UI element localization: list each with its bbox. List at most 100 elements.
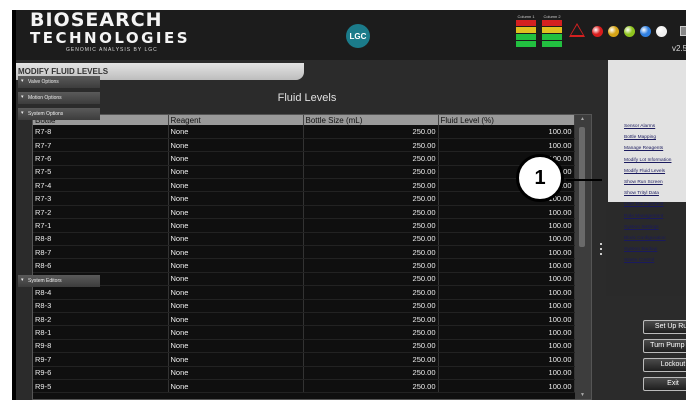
cell-bottle-size[interactable]: 250.00: [303, 218, 439, 233]
cell-fluid-level[interactable]: 100.00: [438, 366, 575, 380]
cell-bottle-size[interactable]: 250.00: [303, 178, 439, 193]
table-row[interactable]: R8-6 None 250.00 100.00: [33, 258, 575, 273]
cell-bottle-size[interactable]: 250.00: [303, 299, 439, 313]
cell-fluid-level[interactable]: 100.00: [438, 205, 575, 220]
sidebar-link-show-run-screen[interactable]: Show Run Screen: [624, 180, 663, 185]
cell-bottle[interactable]: R9-8: [33, 339, 169, 354]
cell-bottle[interactable]: R8-4: [33, 285, 169, 300]
cell-bottle-size[interactable]: 250.00: [303, 165, 439, 180]
cell-fluid-level[interactable]: 100.00: [438, 272, 575, 287]
cell-bottle-size[interactable]: 250.00: [303, 191, 439, 206]
cell-bottle-size[interactable]: 250.00: [303, 205, 439, 220]
table-row[interactable]: R9-7 None 250.00 100.00: [33, 352, 575, 367]
column-header-fluid-level[interactable]: Fluid Level (%): [438, 115, 575, 125]
computer-icon[interactable]: [680, 26, 686, 36]
cell-fluid-level[interactable]: 100.00: [438, 379, 575, 394]
cell-bottle[interactable]: R8-2: [33, 312, 169, 327]
sidebar-link-waste-control[interactable]: Waste Control: [624, 258, 654, 263]
cell-bottle-size[interactable]: 250.00: [303, 325, 439, 340]
sidebar-link-system-backup[interactable]: System Backup: [624, 247, 657, 252]
cell-reagent[interactable]: None: [168, 232, 304, 247]
cell-reagent[interactable]: None: [168, 299, 304, 313]
cell-fluid-level[interactable]: 100.00: [438, 325, 575, 340]
cell-bottle-size[interactable]: 250.00: [303, 312, 439, 327]
cell-bottle[interactable]: R7-6: [33, 151, 169, 166]
cell-fluid-level[interactable]: 100.00: [438, 285, 575, 300]
column-header-bottle-size[interactable]: Bottle Size (mL): [303, 115, 439, 125]
fluid-levels-table[interactable]: Bottle Reagent Bottle Size (mL) Fluid Le…: [32, 114, 592, 400]
table-row[interactable]: R7-8 None 250.00 100.00: [33, 125, 575, 139]
cell-bottle-size[interactable]: 250.00: [303, 285, 439, 300]
scroll-down-icon[interactable]: ▼: [580, 392, 585, 398]
cell-bottle[interactable]: R8-7: [33, 245, 169, 260]
cell-bottle-size[interactable]: 250.00: [303, 379, 439, 394]
cell-fluid-level[interactable]: 100.00: [438, 352, 575, 367]
cell-bottle[interactable]: R7-7: [33, 138, 169, 153]
cell-bottle[interactable]: R7-1: [33, 218, 169, 233]
sidebar-link-bottle-mapping[interactable]: Bottle Mapping: [624, 135, 656, 140]
cell-reagent[interactable]: None: [168, 205, 304, 220]
cell-bottle[interactable]: R8-8: [33, 232, 169, 247]
table-row[interactable]: R8-8 None 250.00 100.00: [33, 232, 575, 247]
cell-fluid-level[interactable]: 100.00: [438, 258, 575, 273]
table-row[interactable]: R7-3 None 250.00 100.00: [33, 191, 575, 206]
cell-bottle[interactable]: R8-3: [33, 299, 169, 313]
table-row[interactable]: R8-4 None 250.00 100.00: [33, 285, 575, 300]
sidebar-link-modify-fluid-levels[interactable]: Modify Fluid Levels: [624, 169, 665, 174]
cell-bottle-size[interactable]: 250.00: [303, 352, 439, 367]
sidebar-link-system-settings[interactable]: System Settings: [624, 225, 659, 230]
sidebar-link-manage-reagents[interactable]: Manage Reagents: [624, 146, 663, 151]
valve-options-header[interactable]: Valve Options: [18, 76, 100, 88]
table-row[interactable]: R7-7 None 250.00 100.00: [33, 138, 575, 153]
cell-bottle-size[interactable]: 250.00: [303, 151, 439, 166]
sidebar-link-sensor-alarms[interactable]: Sensor Alarms: [624, 124, 655, 129]
table-row[interactable]: R8-2 None 250.00 100.00: [33, 312, 575, 327]
cell-reagent[interactable]: None: [168, 366, 304, 380]
cell-reagent[interactable]: None: [168, 258, 304, 273]
cell-fluid-level[interactable]: 100.00: [438, 299, 575, 313]
table-row[interactable]: R8-3 None 250.00 100.00: [33, 299, 575, 313]
cell-bottle[interactable]: R9-5: [33, 379, 169, 394]
cell-fluid-level[interactable]: 100.00: [438, 312, 575, 327]
cell-reagent[interactable]: None: [168, 312, 304, 327]
cell-fluid-level[interactable]: 100.00: [438, 138, 575, 153]
panel-splitter-handle[interactable]: [599, 240, 603, 266]
scrollbar-thumb[interactable]: [579, 127, 585, 247]
cell-fluid-level[interactable]: 100.00: [438, 339, 575, 354]
scroll-up-icon[interactable]: ▲: [580, 116, 585, 122]
table-row[interactable]: R9-6 None 250.00 100.00: [33, 366, 575, 380]
cell-reagent[interactable]: None: [168, 191, 304, 206]
exit-button[interactable]: Exit: [643, 377, 686, 391]
cell-reagent[interactable]: None: [168, 352, 304, 367]
lockout-button[interactable]: Lockout: [643, 358, 686, 372]
cell-reagent[interactable]: None: [168, 218, 304, 233]
cell-reagent[interactable]: None: [168, 325, 304, 340]
cell-reagent[interactable]: None: [168, 339, 304, 354]
table-row[interactable]: R9-5 None 250.00 100.00: [33, 379, 575, 394]
motion-options-header[interactable]: Motion Options: [18, 92, 100, 104]
sidebar-link-block-configuration[interactable]: Block Configuration: [624, 236, 666, 241]
cell-reagent[interactable]: None: [168, 151, 304, 166]
cell-fluid-level[interactable]: 100.00: [438, 218, 575, 233]
table-row[interactable]: R7-4None250.00100.00: [33, 178, 575, 193]
cell-fluid-level[interactable]: 100.00: [438, 232, 575, 247]
cell-bottle[interactable]: R7-5: [33, 165, 169, 180]
turn-pump-on-button[interactable]: Turn Pump On: [643, 339, 686, 353]
cell-bottle-size[interactable]: 250.00: [303, 125, 439, 139]
system-editors-header[interactable]: System Editors: [18, 275, 100, 287]
sidebar-link-user-management[interactable]: User Management: [624, 202, 663, 207]
sidebar-link-modify-lot-information[interactable]: Modify Lot Information: [624, 158, 671, 163]
table-row[interactable]: R7-1 None 250.00 100.00: [33, 218, 575, 233]
cell-reagent[interactable]: None: [168, 138, 304, 153]
cell-fluid-level[interactable]: 100.00: [438, 245, 575, 260]
cell-reagent[interactable]: None: [168, 245, 304, 260]
cell-bottle[interactable]: R9-6: [33, 366, 169, 380]
cell-bottle[interactable]: R7-8: [33, 125, 169, 139]
cell-bottle[interactable]: R7-4: [33, 178, 169, 193]
cell-bottle[interactable]: R8-1: [33, 325, 169, 340]
cell-bottle[interactable]: R7-2: [33, 205, 169, 220]
table-scrollbar[interactable]: ▲ ▼: [575, 115, 591, 399]
table-row[interactable]: R9-8 None 250.00 100.00: [33, 339, 575, 354]
cell-bottle[interactable]: R8-6: [33, 258, 169, 273]
cell-reagent[interactable]: None: [168, 165, 304, 180]
